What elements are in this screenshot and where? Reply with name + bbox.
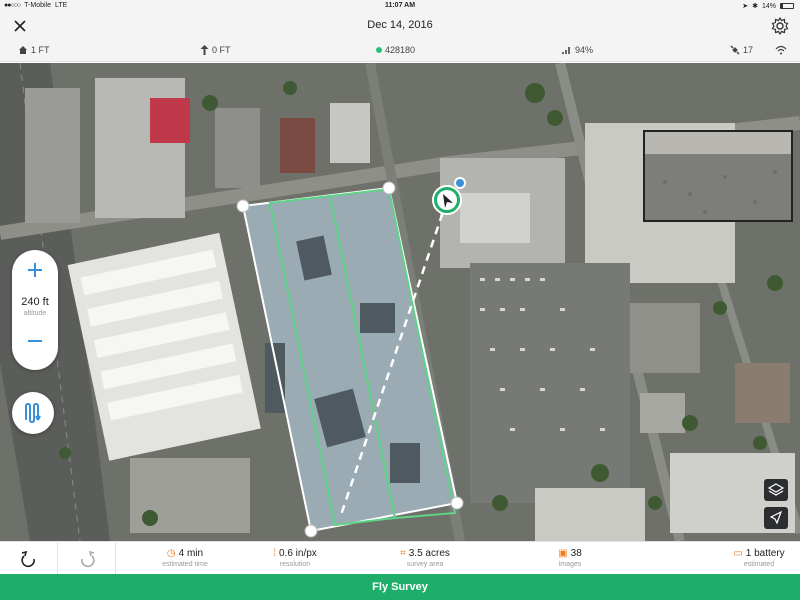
stat-battery: ▭ 1 battery estimated bbox=[720, 548, 798, 568]
estimated-time-label: estimated time bbox=[162, 561, 208, 568]
telemetry-bar: 1 FT 0 FT 428180 94% 17 bbox=[0, 40, 800, 62]
redo-icon bbox=[81, 550, 95, 568]
home-altitude-value: 1 FT bbox=[31, 45, 50, 55]
settings-button[interactable] bbox=[770, 16, 790, 36]
survey-area-label: survey area bbox=[406, 561, 444, 568]
undo-button[interactable] bbox=[0, 542, 58, 575]
status-right: ➤ ✱ 14% bbox=[742, 2, 794, 10]
stat-resolution: ⁞ 0.6 in/px resolution bbox=[250, 548, 340, 568]
battery-percent: 14% bbox=[761, 2, 776, 10]
flight-pattern-button[interactable] bbox=[12, 392, 54, 434]
gear-icon bbox=[771, 16, 789, 36]
location-arrow-icon: ➤ bbox=[742, 3, 749, 10]
satellite-icon bbox=[730, 45, 740, 55]
camera-feed-image bbox=[645, 132, 791, 220]
altitude-decrease-button[interactable] bbox=[12, 328, 58, 356]
bluetooth-icon: ✱ bbox=[752, 3, 758, 10]
redo-button[interactable] bbox=[58, 542, 116, 575]
home-altitude: 1 FT bbox=[18, 45, 50, 55]
signal-value: 94% bbox=[575, 45, 594, 55]
fly-survey-button[interactable]: Fly Survey bbox=[0, 574, 800, 600]
images-value: 38 bbox=[570, 548, 582, 559]
signal-icon bbox=[562, 47, 570, 54]
camera-preview[interactable] bbox=[643, 130, 793, 222]
stat-estimated-time: ◷ 4 min estimated time bbox=[140, 548, 230, 568]
images-label: images bbox=[558, 561, 582, 568]
battery-estimate-icon: ▭ bbox=[733, 548, 743, 559]
page-title: Dec 14, 2016 bbox=[367, 19, 433, 31]
altitude-control: 240 ft altitude bbox=[12, 250, 58, 370]
satellite-map[interactable]: 240 ft altitude bbox=[0, 63, 800, 541]
battery-estimate-value: 1 battery bbox=[745, 548, 785, 559]
altitude-increase-button[interactable] bbox=[12, 258, 58, 284]
survey-area-value: 3.5 acres bbox=[408, 548, 450, 559]
resolution-label: resolution bbox=[279, 561, 311, 568]
locate-button[interactable] bbox=[764, 507, 788, 529]
wifi-status bbox=[775, 45, 787, 55]
image-icon: ▣ bbox=[558, 548, 568, 559]
wifi-icon bbox=[775, 45, 787, 55]
survey-stats-bar: ◷ 4 min estimated time ⁞ 0.6 in/px resolut… bbox=[0, 541, 800, 575]
satellite-readout: 17 bbox=[730, 45, 753, 55]
altitude-label: altitude bbox=[23, 310, 47, 317]
home-icon bbox=[19, 46, 27, 54]
locate-icon bbox=[769, 510, 783, 525]
flight-pattern-icon bbox=[25, 402, 41, 424]
altitude-readout: 0 FT bbox=[200, 45, 231, 55]
plus-icon bbox=[28, 263, 42, 277]
resolution-value: 0.6 in/px bbox=[278, 548, 317, 559]
top-header: Dec 14, 2016 bbox=[0, 12, 800, 40]
layers-icon bbox=[767, 483, 785, 496]
area-icon: ⌗ bbox=[400, 548, 406, 559]
clock-icon: ◷ bbox=[166, 548, 176, 559]
connection-status-icon bbox=[376, 47, 382, 53]
layers-button[interactable] bbox=[764, 479, 788, 501]
signal-readout: 94% bbox=[562, 45, 593, 55]
estimated-time-value: 4 min bbox=[178, 548, 204, 559]
up-arrow-icon bbox=[200, 45, 209, 55]
aircraft-id-value: 428180 bbox=[385, 45, 416, 55]
altitude-value: 240 ft bbox=[21, 296, 49, 308]
stat-survey-area: ⌗ 3.5 acres survey area bbox=[380, 548, 470, 568]
satellite-count: 17 bbox=[743, 45, 754, 55]
battery-icon bbox=[780, 3, 794, 9]
altitude-value: 0 FT bbox=[212, 45, 231, 55]
aircraft-id: 428180 bbox=[376, 45, 415, 55]
status-time: 11:07 AM bbox=[384, 2, 416, 9]
battery-estimate-label: estimated bbox=[743, 561, 775, 568]
stat-images: ▣ 38 images bbox=[525, 548, 615, 568]
resolution-icon: ⁞ bbox=[273, 548, 276, 559]
status-bar: ●●○○○ T-Mobile LTE 11:07 AM ➤ ✱ 14% bbox=[0, 0, 800, 12]
undo-icon bbox=[21, 550, 35, 568]
minus-icon bbox=[28, 340, 42, 342]
